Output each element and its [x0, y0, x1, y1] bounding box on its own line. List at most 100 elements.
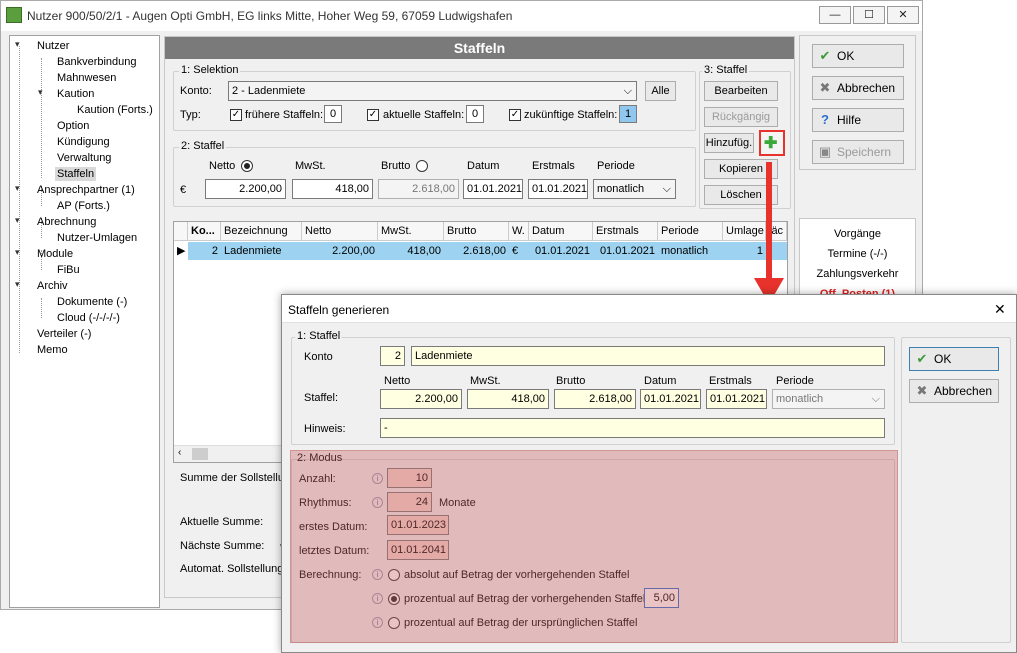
dialog-hinweis-field[interactable]: -: [380, 418, 885, 438]
mwst-field[interactable]: 418,00: [292, 179, 373, 199]
column-header[interactable]: W.: [509, 222, 529, 241]
column-header[interactable]: Brutto: [444, 222, 509, 241]
erstmals-field[interactable]: 01.01.2021: [528, 179, 588, 199]
dialog-erstmals-field[interactable]: 01.01.2021: [706, 389, 767, 409]
brutto-label: Brutto: [381, 160, 411, 172]
tree-item-option[interactable]: Option: [57, 119, 89, 133]
cancel-icon: ✖: [819, 80, 831, 95]
table-cell[interactable]: monatlich: [658, 242, 723, 260]
table-cell[interactable]: 2: [188, 242, 221, 260]
ok-button[interactable]: ✔ OK: [812, 44, 904, 68]
tree-item-verteiler[interactable]: Verteiler (-): [37, 327, 91, 341]
datum-field[interactable]: 01.01.2021: [463, 179, 523, 199]
column-header[interactable]: MwSt.: [378, 222, 444, 241]
tree-item-bankverbindung[interactable]: Bankverbindung: [57, 55, 137, 69]
table-cell[interactable]: 2.200,00: [302, 242, 378, 260]
column-header[interactable]: Periode: [658, 222, 723, 241]
tree-item-kaution[interactable]: Kaution: [57, 87, 94, 101]
close-button[interactable]: ✕: [887, 6, 919, 24]
tree-item-ap-forts[interactable]: AP (Forts.): [57, 199, 110, 213]
cancel-icon: ✖: [916, 383, 928, 398]
column-header[interactable]: Datum: [529, 222, 593, 241]
tree-item-staffeln[interactable]: Staffeln: [55, 167, 97, 181]
tree-item-kuendigung[interactable]: Kündigung: [57, 135, 110, 149]
termine-link[interactable]: Termine (-/-): [800, 248, 915, 260]
collapse-icon[interactable]: ▾: [38, 87, 43, 98]
minimize-button[interactable]: —: [819, 6, 851, 24]
periode-select[interactable]: monatlich ⌵: [593, 179, 676, 199]
dialog-netto-field[interactable]: 2.200,00: [380, 389, 462, 409]
column-header[interactable]: Erstmals: [593, 222, 658, 241]
dialog-close-icon[interactable]: ✕: [994, 301, 1006, 318]
dialog-abbrechen-button[interactable]: ✖ Abbrechen: [909, 379, 999, 403]
tree-item-verwaltung[interactable]: Verwaltung: [57, 151, 111, 165]
brutto-radio[interactable]: [416, 160, 428, 172]
collapse-icon[interactable]: ▾: [15, 39, 20, 50]
scrollbar-thumb[interactable]: [192, 448, 208, 460]
vorgaenge-link[interactable]: Vorgänge: [800, 228, 915, 240]
tree-item-memo[interactable]: Memo: [37, 343, 68, 357]
collapse-icon[interactable]: ▾: [15, 215, 20, 226]
mwst-label: MwSt.: [295, 160, 326, 172]
bearbeiten-button[interactable]: Bearbeiten: [704, 81, 778, 101]
table-cell[interactable]: 418,00: [378, 242, 444, 260]
netto-radio[interactable]: [241, 160, 253, 172]
table-cell[interactable]: Ladenmiete: [221, 242, 302, 260]
table-cell[interactable]: 01.01.2021: [529, 242, 593, 260]
collapse-icon[interactable]: ▾: [15, 279, 20, 290]
collapse-icon[interactable]: ▾: [15, 183, 20, 194]
konto-select[interactable]: 2 - Ladenmiete ⌵: [228, 81, 637, 101]
check-icon: ✔: [916, 351, 928, 366]
dialog-konto-name[interactable]: Ladenmiete: [411, 346, 885, 366]
fruehere-checkbox[interactable]: ✓: [230, 109, 242, 121]
table-cell[interactable]: 01.01.2021: [593, 242, 658, 260]
maximize-button[interactable]: ☐: [853, 6, 885, 24]
title-bar: Nutzer 900/50/2/1 - Augen Opti GmbH, EG …: [1, 1, 922, 31]
app-icon: [6, 7, 22, 23]
tree-item-mahnwesen[interactable]: Mahnwesen: [57, 71, 116, 85]
netto-field[interactable]: 2.200,00: [205, 179, 286, 199]
dialog-datum-field[interactable]: 01.01.2021: [640, 389, 701, 409]
dialog-abbrechen-label: Abbrechen: [934, 384, 993, 398]
column-header[interactable]: Bezeichnung: [221, 222, 302, 241]
dialog-mwst-field[interactable]: 418,00: [467, 389, 549, 409]
aktuelle-checkbox[interactable]: ✓: [367, 109, 379, 121]
tree-item-nutzer-umlagen[interactable]: Nutzer-Umlagen: [57, 231, 137, 245]
speichern-button[interactable]: ▣ Speichern: [812, 140, 904, 164]
dialog-periode-value: monatlich: [776, 393, 824, 405]
zahlungsverkehr-link[interactable]: Zahlungsverkehr: [800, 268, 915, 280]
dialog-periode-select[interactable]: monatlich ⌵: [772, 389, 885, 409]
tree-item-fibu[interactable]: FiBu: [57, 263, 80, 277]
dialog-ok-button[interactable]: ✔ OK: [909, 347, 999, 371]
table-cell[interactable]: €: [509, 242, 529, 260]
brutto-field[interactable]: 2.618,00: [378, 179, 459, 199]
column-header[interactable]: Ko...: [188, 222, 221, 241]
tree-item-nutzer[interactable]: Nutzer: [37, 39, 69, 53]
hilfe-button[interactable]: ? Hilfe: [812, 108, 904, 132]
dialog-konto-number[interactable]: 2: [380, 346, 405, 366]
dialog-brutto-field[interactable]: 2.618,00: [554, 389, 636, 409]
tree-item-abrechnung[interactable]: Abrechnung: [37, 215, 96, 229]
staffel3-label: 3: Staffel: [702, 64, 750, 76]
typ-label: Typ:: [180, 109, 201, 121]
tree-item-module[interactable]: Module: [37, 247, 73, 261]
scroll-left-icon[interactable]: ‹: [178, 447, 181, 458]
column-header[interactable]: Umlage: [723, 222, 766, 241]
tree-item-kaution-forts[interactable]: Kaution (Forts.): [77, 103, 153, 117]
rueckgaengig-button[interactable]: Rückgängig: [704, 107, 778, 127]
hinzufuegen-button[interactable]: Hinzufüg.: [704, 133, 754, 153]
tree-item-archiv[interactable]: Archiv: [37, 279, 68, 293]
collapse-icon[interactable]: ▾: [15, 247, 20, 258]
tree-item-cloud[interactable]: Cloud (-/-/-/-): [57, 311, 120, 325]
generate-staffeln-button[interactable]: ✚: [759, 130, 785, 156]
tree-item-ansprechpartner[interactable]: Ansprechpartner (1): [37, 183, 135, 197]
table-cell[interactable]: 1: [723, 242, 766, 260]
zukuenftige-checkbox[interactable]: ✓: [509, 109, 521, 121]
periode-select-value: monatlich: [597, 183, 645, 195]
abbrechen-button[interactable]: ✖ Abbrechen: [812, 76, 904, 100]
alle-button[interactable]: Alle: [645, 81, 676, 101]
column-header[interactable]: Netto: [302, 222, 378, 241]
tree-item-dokumente[interactable]: Dokumente (-): [57, 295, 127, 309]
table-cell[interactable]: 2.618,00: [444, 242, 509, 260]
erstmals-label: Erstmals: [532, 160, 575, 172]
